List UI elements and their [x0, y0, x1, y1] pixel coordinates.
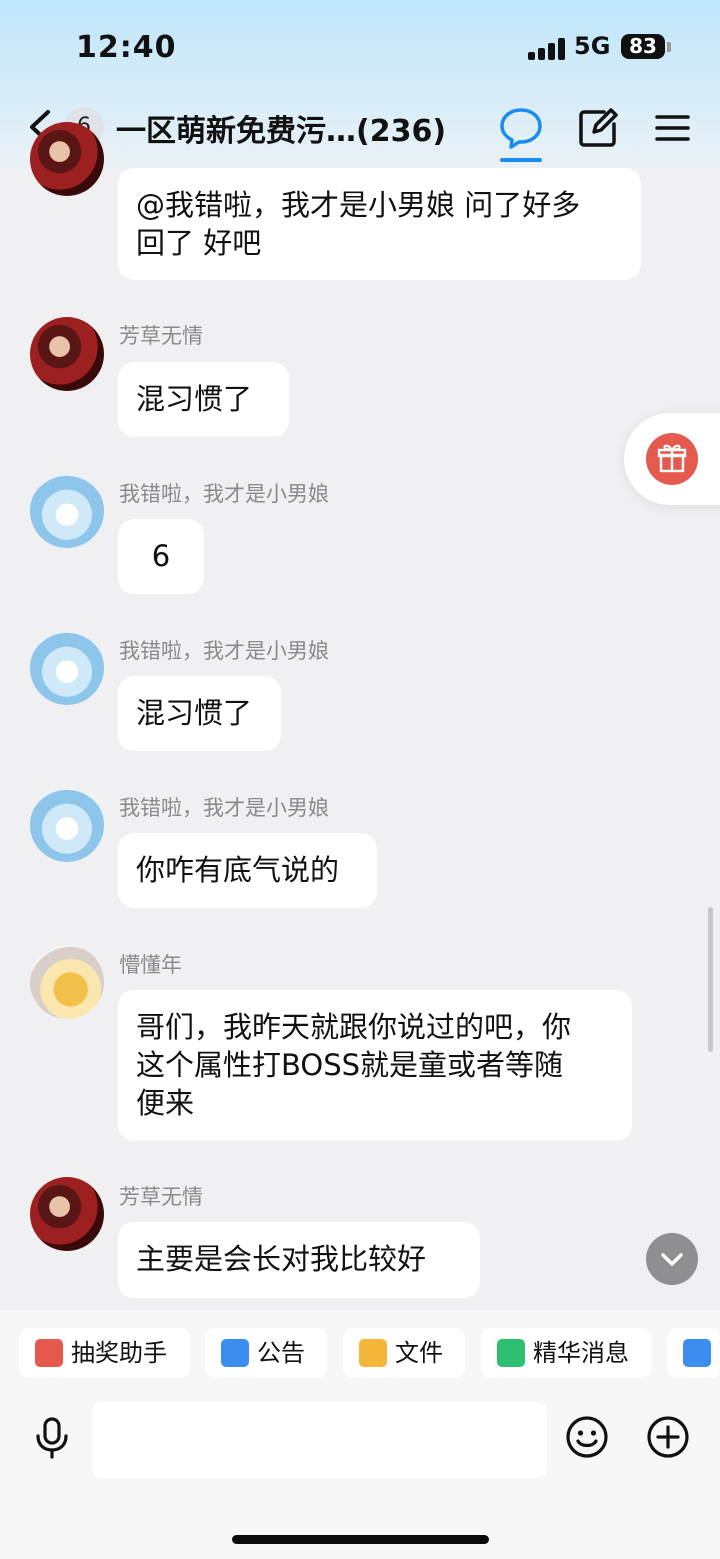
chip-label: 抽奖助手: [71, 1339, 167, 1367]
sender-name[interactable]: 芳草无情: [119, 320, 203, 350]
avatar[interactable]: [30, 122, 104, 196]
battery-tip: [667, 42, 671, 52]
highlight-message-icon: [497, 1339, 525, 1367]
plus-icon[interactable]: [644, 1413, 692, 1461]
status-time: 12:40: [76, 30, 177, 65]
bottom-panel: 抽奖助手 公告 文件 精华消息: [0, 1310, 720, 1559]
microphone-icon[interactable]: [28, 1413, 76, 1461]
message-bubble[interactable]: 你咋有底气说的: [118, 833, 377, 908]
edit-icon[interactable]: [574, 104, 622, 152]
sender-name[interactable]: 我错啦，我才是小男娘: [119, 792, 329, 822]
gift-icon: [646, 433, 698, 485]
chip-files[interactable]: 文件: [343, 1328, 465, 1378]
chip-announcement[interactable]: 公告: [205, 1328, 327, 1378]
avatar[interactable]: [30, 945, 104, 1019]
gift-floating-button[interactable]: [624, 413, 720, 505]
avatar[interactable]: [30, 631, 104, 705]
avatar[interactable]: [30, 474, 104, 548]
sender-name[interactable]: 懵懂年: [119, 949, 182, 979]
folder-icon: [359, 1339, 387, 1367]
chip-lottery-assistant[interactable]: 抽奖助手: [19, 1328, 190, 1378]
chat-header: 6 一区萌新免费污…(236): [0, 98, 720, 162]
message-bubble[interactable]: 哥们，我昨天就跟你说过的吧，你 这个属性打BOSS就是童或者等随 便来: [118, 990, 632, 1141]
chat-bubble-icon[interactable]: [497, 104, 545, 152]
signal-icon: [528, 38, 566, 60]
message-input[interactable]: [92, 1402, 547, 1478]
battery-icon: 83: [621, 34, 665, 59]
emoji-icon[interactable]: [563, 1413, 611, 1461]
avatar[interactable]: [30, 1177, 104, 1251]
message-bubble[interactable]: 主要是会长对我比较好: [118, 1222, 480, 1298]
scroll-down-button[interactable]: [646, 1233, 698, 1285]
chip-label: 公告: [257, 1339, 305, 1367]
chip-label: 精华消息: [533, 1339, 629, 1367]
sender-name[interactable]: 我错啦，我才是小男娘: [119, 478, 329, 508]
active-tab-indicator: [500, 158, 542, 162]
message-bubble[interactable]: 混习惯了: [118, 362, 289, 437]
message-bubble[interactable]: 混习惯了: [118, 676, 281, 751]
gift-box-icon: [35, 1339, 63, 1367]
avatar[interactable]: [30, 788, 104, 862]
home-indicator: [232, 1535, 489, 1544]
network-type: 5G: [574, 32, 611, 60]
status-bar: 12:40 5G 83: [0, 28, 720, 68]
chip-highlight-messages[interactable]: 精华消息: [481, 1328, 652, 1378]
chip-more-partial[interactable]: [667, 1328, 720, 1378]
sender-name[interactable]: 我错啦，我才是小男娘: [119, 635, 329, 665]
image-icon: [683, 1339, 711, 1367]
scrollbar[interactable]: [708, 907, 713, 1052]
avatar[interactable]: [30, 317, 104, 391]
group-title[interactable]: 一区萌新免费污…(236): [116, 106, 446, 150]
sender-name[interactable]: 芳草无情: [119, 1181, 203, 1211]
message-bubble[interactable]: @我错啦，我才是小男娘 问了好多 回了 好吧: [118, 168, 641, 280]
menu-icon[interactable]: [648, 104, 696, 152]
message-bubble[interactable]: 6: [118, 519, 204, 594]
announcement-icon: [221, 1339, 249, 1367]
chevron-down-icon: [661, 1253, 683, 1266]
chip-label: 文件: [395, 1339, 443, 1367]
